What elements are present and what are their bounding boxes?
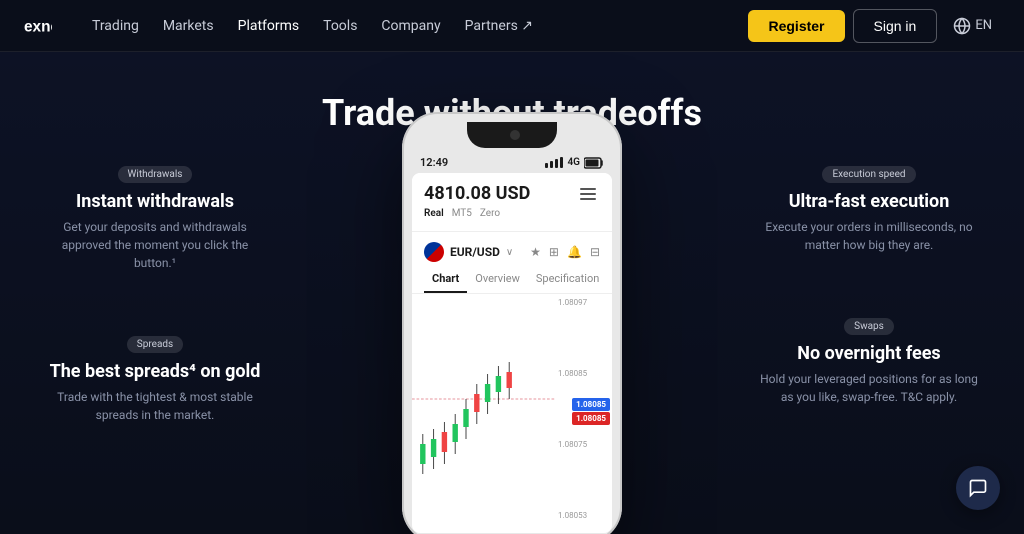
hamburger-icon <box>576 184 600 204</box>
sell-price-badge: 1.08085 <box>572 412 610 425</box>
phone-time: 12:49 <box>420 156 448 169</box>
pair-name[interactable]: EUR/USD <box>450 245 500 259</box>
price-label-1: 1.08097 <box>558 298 610 307</box>
language-selector[interactable]: EN <box>945 11 1000 41</box>
signal-bar-1 <box>545 163 548 168</box>
price-label-2: 1.08085 <box>558 369 610 378</box>
feature-title-withdrawals: Instant withdrawals <box>40 191 270 212</box>
pair-left: EUR/USD ∨ <box>424 242 513 262</box>
feature-execution: Execution speed Ultra-fast execution Exe… <box>754 162 984 254</box>
feature-desc-execution: Execute your orders in milliseconds, no … <box>754 218 984 254</box>
feature-desc-swaps: Hold your leveraged positions for as lon… <box>754 370 984 406</box>
nav-markets[interactable]: Markets <box>155 12 222 40</box>
price-label-3: 1.08075 <box>558 440 610 449</box>
screen-pair-row: EUR/USD ∨ ★ ⊞ 🔔 ⊟ <box>412 238 612 266</box>
screen-tab-mt5[interactable]: MT5 <box>452 208 472 219</box>
features-right: Execution speed Ultra-fast execution Exe… <box>754 162 984 406</box>
screen-tab-real[interactable]: Real <box>424 208 444 219</box>
screen-divider <box>412 231 612 232</box>
header-right: Register Sign in EN <box>748 9 1000 43</box>
lang-label: EN <box>975 18 992 33</box>
hamburger-line-2 <box>580 193 596 195</box>
feature-badge-spreads: Spreads <box>127 336 183 353</box>
price-badge-container: 1.08085 1.08085 <box>572 398 610 425</box>
nav-trading[interactable]: Trading <box>84 12 147 40</box>
price-label-4: 1.08053 <box>558 511 610 520</box>
hamburger-line-1 <box>580 188 596 190</box>
screen-header: 4810.08 USD Real MT5 Zero <box>412 173 612 225</box>
phone-network: 4G <box>567 157 580 168</box>
screen-account-tabs: Real MT5 Zero <box>424 208 600 219</box>
signal-bar-4 <box>560 157 563 168</box>
signal-bars <box>545 157 563 168</box>
screen-header-row: 4810.08 USD <box>424 183 600 204</box>
pair-chevron-icon: ∨ <box>506 247 513 258</box>
feature-withdrawals: Withdrawals Instant withdrawals Get your… <box>40 162 270 272</box>
logo[interactable]: exness <box>24 16 52 36</box>
header: exness Trading Markets Platforms Tools C… <box>0 0 1024 52</box>
screen-chart-tabs: Chart Overview Specification <box>412 266 612 294</box>
phone-screen: 4810.08 USD Real MT5 Zero <box>412 173 612 533</box>
feature-spreads: Spreads The best spreads⁴ on gold Trade … <box>40 332 270 424</box>
signal-bar-2 <box>550 161 553 168</box>
eur-usd-flag <box>424 242 444 262</box>
signal-bar-3 <box>555 159 558 168</box>
nav-company[interactable]: Company <box>373 12 448 40</box>
features-left: Withdrawals Instant withdrawals Get your… <box>40 162 270 424</box>
feature-swaps: Swaps No overnight fees Hold your levera… <box>754 314 984 406</box>
phone-notch <box>467 122 557 148</box>
feature-title-spreads: The best spreads⁴ on gold <box>40 361 270 382</box>
feature-badge-execution: Execution speed <box>822 166 915 183</box>
chart-tab-overview[interactable]: Overview <box>467 266 528 293</box>
register-button[interactable]: Register <box>748 10 844 42</box>
nav-platforms[interactable]: Platforms <box>230 12 308 40</box>
header-left: exness Trading Markets Platforms Tools C… <box>24 12 541 40</box>
feature-desc-withdrawals: Get your deposits and withdrawals approv… <box>40 218 270 272</box>
nav-tools[interactable]: Tools <box>315 12 365 40</box>
globe-icon <box>953 17 971 35</box>
svg-text:exness: exness <box>24 18 52 35</box>
chat-bubble-button[interactable] <box>956 466 1000 510</box>
battery-icon <box>584 157 604 169</box>
phone-mockup: 12:49 4G <box>402 112 622 534</box>
hamburger-line-3 <box>580 198 596 200</box>
phone-camera <box>510 130 520 140</box>
buy-price-badge: 1.08085 <box>572 398 610 411</box>
feature-title-swaps: No overnight fees <box>754 343 984 364</box>
feature-desc-spreads: Trade with the tightest & most stable sp… <box>40 388 270 424</box>
screen-tab-zero[interactable]: Zero <box>480 208 500 219</box>
feature-badge-withdrawals: Withdrawals <box>118 166 193 183</box>
chat-icon <box>968 478 988 498</box>
chart-area: 1.08097 1.08085 1.08075 1.08053 1.08085 … <box>412 294 612 524</box>
chart-tab-chart[interactable]: Chart <box>424 266 467 293</box>
signin-button[interactable]: Sign in <box>853 9 938 43</box>
bell-icon[interactable]: 🔔 <box>567 245 582 259</box>
chart-tab-specification[interactable]: Specification <box>528 266 607 293</box>
calculator-icon[interactable]: ⊟ <box>590 245 600 259</box>
star-icon[interactable]: ★ <box>530 245 541 259</box>
main-nav: Trading Markets Platforms Tools Company … <box>84 12 541 40</box>
feature-title-execution: Ultra-fast execution <box>754 191 984 212</box>
phone-status-bar: 12:49 4G <box>412 154 612 173</box>
nav-partners[interactable]: Partners ↗ <box>457 12 541 40</box>
phone-frame: 12:49 4G <box>402 112 622 534</box>
main-content: Trade without tradeoffs Withdrawals Inst… <box>0 52 1024 534</box>
feature-badge-swaps: Swaps <box>844 318 894 335</box>
screen-balance: 4810.08 USD <box>424 183 530 204</box>
pair-action-icons: ★ ⊞ 🔔 ⊟ <box>530 245 600 259</box>
briefcase-icon[interactable]: ⊞ <box>549 245 559 259</box>
candlestick-chart <box>412 294 556 524</box>
phone-status-icons: 4G <box>545 157 604 169</box>
